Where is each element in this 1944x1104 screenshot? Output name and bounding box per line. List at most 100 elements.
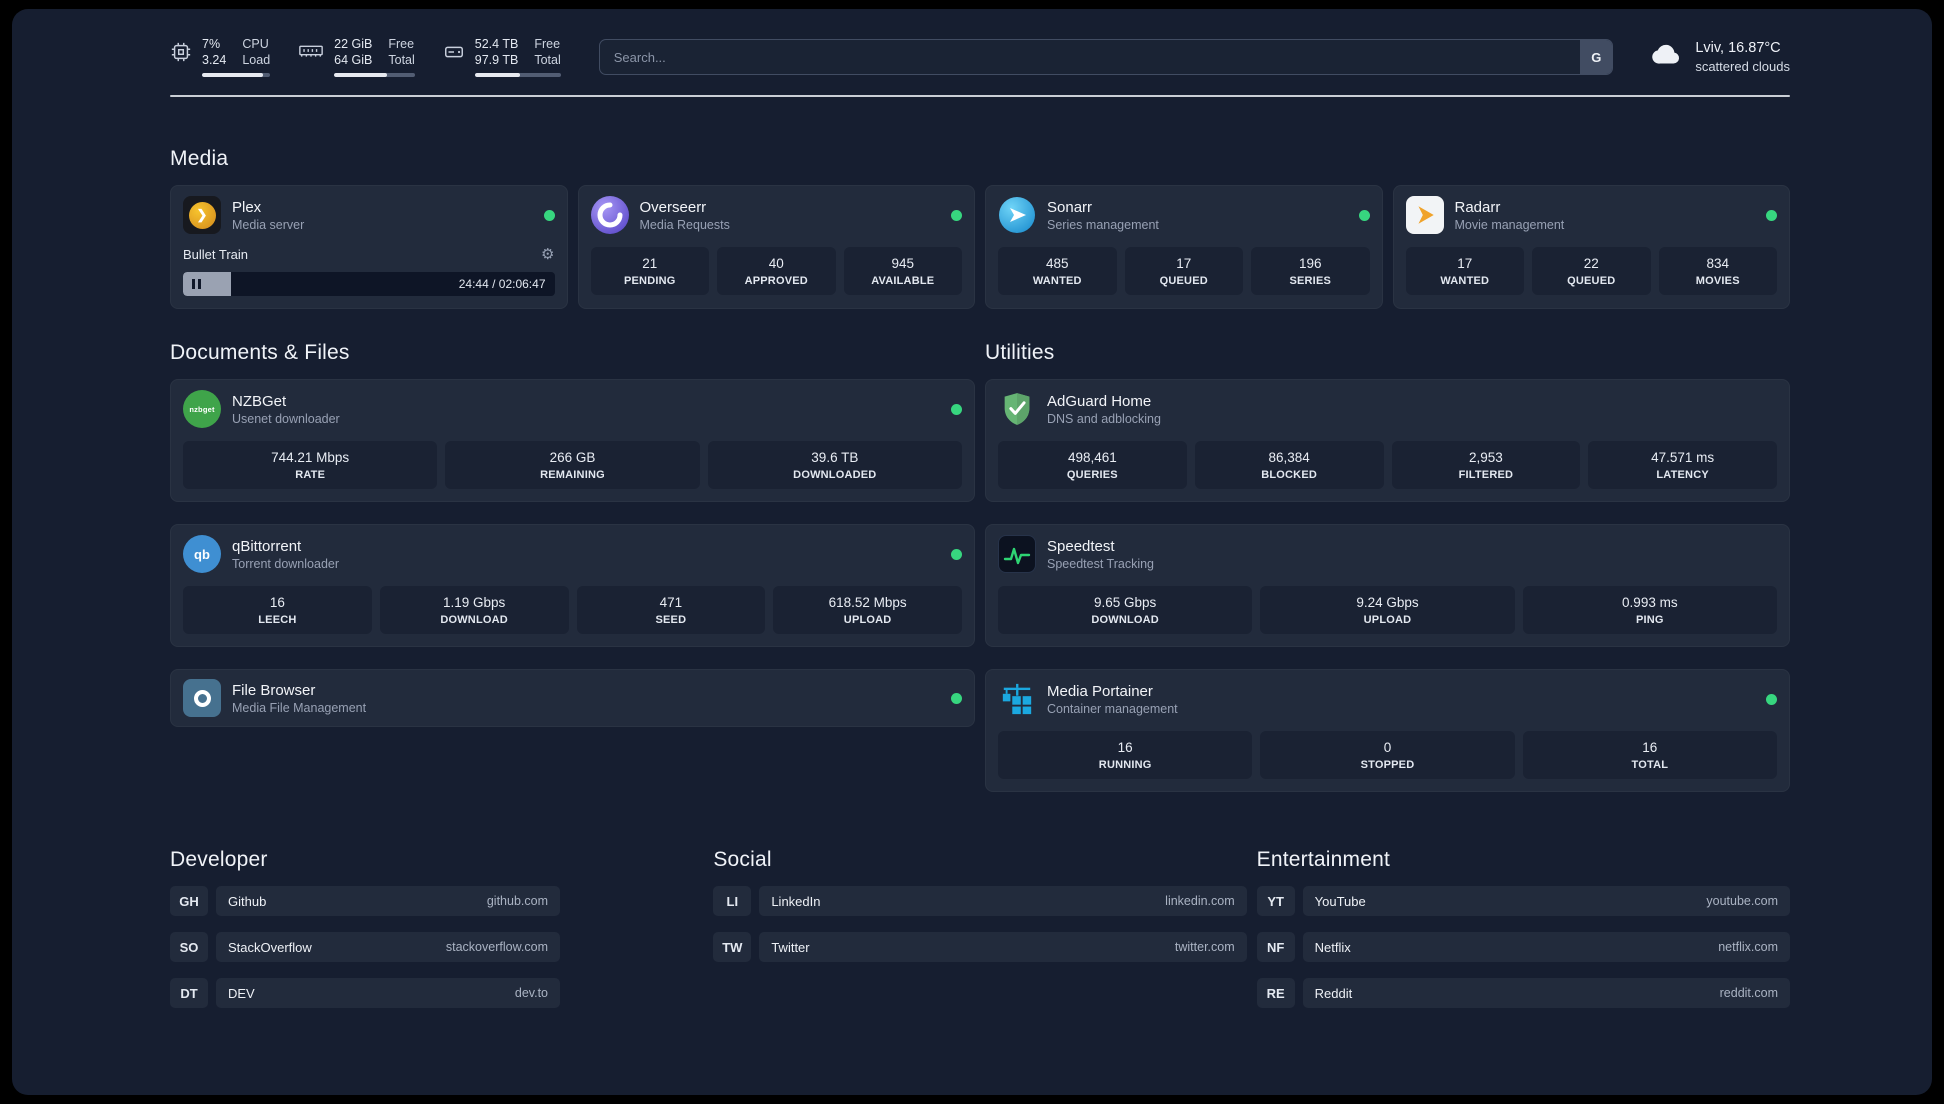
stat-series: 196 SERIES	[1251, 247, 1370, 295]
link-url: twitter.com	[1174, 940, 1235, 954]
service-card-adguard[interactable]: AdGuard Home DNS and adblocking 498,461 …	[985, 379, 1790, 502]
pause-icon[interactable]	[192, 279, 201, 289]
stat-ping: 0.993 ms PING	[1522, 586, 1777, 634]
link-abbr: GH	[170, 886, 208, 916]
service-name: Plex	[232, 198, 262, 216]
weather-location: Lviv, 16.87°C	[1695, 40, 1781, 56]
stat-queued: 22 QUEUED	[1532, 247, 1651, 295]
filebrowser-icon	[183, 679, 221, 717]
link-netflix[interactable]: NF Netflix netflix.com	[1256, 932, 1790, 962]
link-abbr: NF	[1256, 932, 1295, 962]
link-abbr: DT	[170, 978, 208, 1008]
stat-pending: 21 PENDING	[590, 247, 709, 295]
service-card-nzbget[interactable]: nzbget NZBGet Usenet downloader 744.21 M…	[170, 379, 975, 502]
service-subtitle: Speedtest Tracking	[1047, 556, 1155, 571]
link-name: YouTube	[1314, 893, 1366, 909]
service-name: Radarr	[1454, 198, 1501, 216]
speedtest-icon	[998, 535, 1036, 573]
status-dot	[1766, 209, 1777, 221]
service-name: NZBGet	[232, 392, 287, 410]
stat-download: 1.19 Gbps DOWNLOAD	[379, 586, 569, 634]
service-name: Media Portainer	[1047, 682, 1153, 700]
memory-icon	[298, 41, 324, 61]
link-reddit[interactable]: RE Reddit reddit.com	[1256, 978, 1790, 1008]
screen: 7% CPU 3.24 Load 22 GiB Free 64 GiB Tota…	[0, 0, 1944, 1104]
link-github[interactable]: GH Github github.com	[170, 886, 560, 916]
stat-rate: 744.21 Mbps RATE	[183, 441, 438, 489]
disk-total-value: 97.9 TB	[474, 53, 519, 67]
playback-progress-fill	[183, 272, 232, 296]
status-dot	[1358, 209, 1370, 221]
stat-remaining: 266 GB REMAINING	[445, 441, 700, 489]
service-card-filebrowser[interactable]: File Browser Media File Management	[170, 669, 975, 727]
disk-icon	[443, 41, 465, 63]
service-subtitle: DNS and adblocking	[1047, 411, 1161, 426]
service-card-portainer[interactable]: Media Portainer Container management 16 …	[985, 669, 1790, 792]
service-subtitle: Series management	[1047, 217, 1159, 232]
link-url: stackoverflow.com	[445, 940, 548, 954]
link-dev[interactable]: DT DEV dev.to	[170, 978, 560, 1008]
stat-downloaded: 39.6 TB DOWNLOADED	[707, 441, 962, 489]
link-url: reddit.com	[1719, 986, 1778, 1000]
cpu-label-top: CPU	[242, 37, 269, 51]
topbar-divider	[170, 95, 1790, 97]
service-name: File Browser	[232, 681, 316, 699]
stat-running: 16 RUNNING	[998, 731, 1253, 779]
link-name: LinkedIn	[771, 893, 821, 909]
stat-stopped: 0 STOPPED	[1260, 731, 1515, 779]
disk-free-value: 52.4 TB	[474, 37, 519, 51]
search-input[interactable]	[599, 40, 1581, 74]
status-dot	[951, 692, 962, 704]
section-social: Social LI LinkedIn linkedin.com TW Twitt…	[713, 848, 1247, 1024]
section-documents: Documents & Files nzbget NZBGet Usenet d…	[170, 341, 975, 792]
section-utilities: Utilities AdGuard Home DNS and adblockin…	[985, 341, 1790, 792]
service-card-qbittorrent[interactable]: qb qBittorrent Torrent downloader 16 LEE…	[170, 524, 975, 647]
service-card-plex[interactable]: ❯ Plex Media server Bullet Train ⚙ 24:44…	[170, 185, 568, 309]
service-card-speedtest[interactable]: Speedtest Speedtest Tracking 9.65 Gbps D…	[985, 524, 1790, 647]
plex-progress-bar[interactable]: 24:44 / 02:06:47	[183, 272, 555, 296]
link-name: Github	[228, 893, 267, 909]
stat-wanted: 485 WANTED	[998, 247, 1117, 295]
link-abbr: YT	[1256, 886, 1295, 916]
service-card-radarr[interactable]: Radarr Movie management 17 WANTED 22 QUE…	[1392, 185, 1790, 309]
service-card-sonarr[interactable]: Sonarr Series management 485 WANTED 17 Q…	[985, 185, 1383, 309]
stat-filtered: 2,953 FILTERED	[1391, 441, 1581, 489]
disk-widget: 52.4 TB Free 97.9 TB Total	[443, 37, 561, 77]
stat-latency: 47.571 ms LATENCY	[1588, 441, 1777, 489]
sonarr-icon	[998, 196, 1036, 234]
cpu-label-bottom: Load	[242, 53, 271, 67]
stat-download: 9.65 Gbps DOWNLOAD	[998, 586, 1253, 634]
stat-queries: 498,461 QUERIES	[998, 441, 1187, 489]
qbittorrent-icon: qb	[183, 535, 221, 573]
weather-widget[interactable]: Lviv, 16.87°C scattered clouds	[1651, 39, 1790, 75]
stat-queued: 17 QUEUED	[1124, 247, 1243, 295]
stat-seed: 471 SEED	[576, 586, 766, 634]
link-youtube[interactable]: YT YouTube youtube.com	[1256, 886, 1790, 916]
search-provider-button[interactable]: G	[1580, 40, 1613, 74]
search-bar: G	[598, 39, 1614, 75]
cloud-icon	[1651, 43, 1683, 71]
service-card-overseerr[interactable]: Overseerr Media Requests 21 PENDING 40 A…	[577, 185, 975, 309]
link-stackoverflow[interactable]: SO StackOverflow stackoverflow.com	[170, 932, 560, 962]
memory-widget: 22 GiB Free 64 GiB Total	[298, 37, 415, 77]
section-title-utilities: Utilities	[985, 341, 1055, 364]
stat-movies: 834 MOVIES	[1658, 247, 1777, 295]
section-title-media: Media	[170, 147, 229, 170]
cpu-usage-bar	[202, 73, 271, 77]
service-subtitle: Container management	[1047, 701, 1178, 716]
stat-upload: 618.52 Mbps UPLOAD	[773, 586, 962, 634]
link-name: StackOverflow	[228, 939, 312, 955]
memory-total-value: 64 GiB	[334, 53, 373, 67]
link-twitter[interactable]: TW Twitter twitter.com	[713, 932, 1247, 962]
link-linkedin[interactable]: LI LinkedIn linkedin.com	[713, 886, 1247, 916]
status-dot	[1766, 693, 1777, 705]
section-title-entertainment: Entertainment	[1256, 848, 1390, 871]
status-dot	[951, 548, 962, 560]
stat-approved: 40 APPROVED	[717, 247, 836, 295]
disk-label-top: Free	[534, 37, 561, 51]
service-name: Overseerr	[639, 198, 707, 216]
cpu-load-value: 3.24	[202, 53, 227, 67]
gear-icon[interactable]: ⚙	[541, 245, 554, 263]
stat-total: 16 TOTAL	[1522, 731, 1777, 779]
stat-upload: 9.24 Gbps UPLOAD	[1260, 586, 1515, 634]
